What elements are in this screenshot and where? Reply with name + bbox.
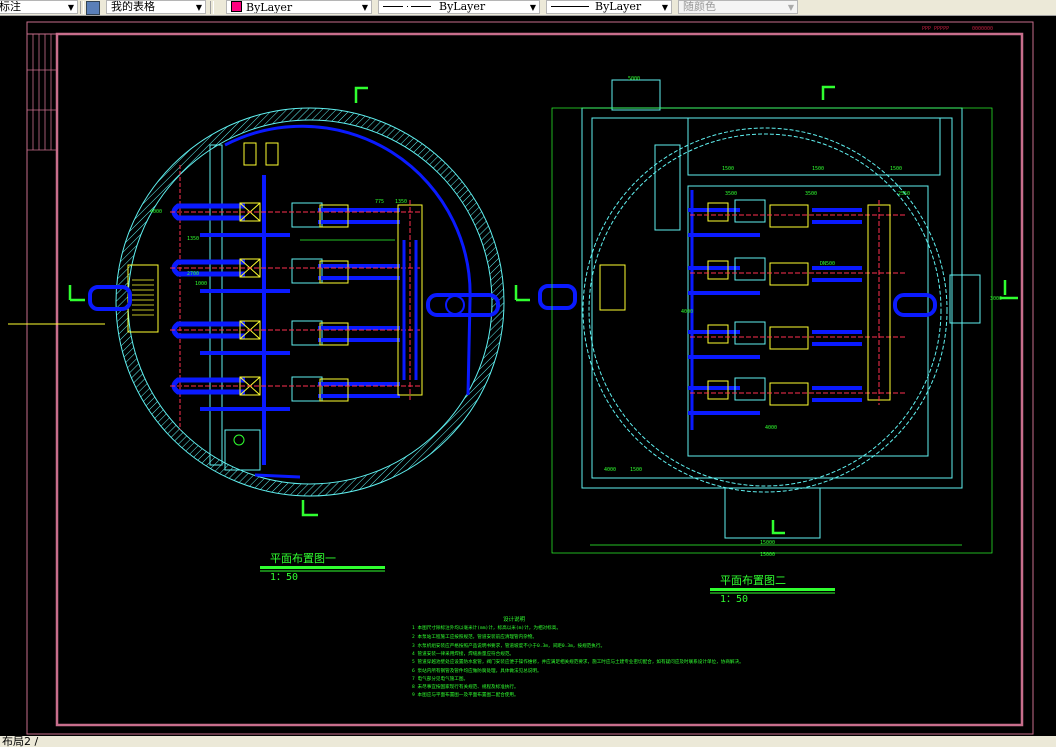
note-item: 7 电气部分见电气施工图。: [412, 675, 468, 682]
layout-tab[interactable]: 布局2 /: [2, 736, 38, 747]
note-item: 8 未尽事宜按国家现行有关规范、规程及标准执行。: [412, 683, 519, 690]
dimension-label: 1350: [187, 236, 199, 242]
chevron-down-icon: ▼: [195, 3, 202, 12]
dimension-label: 1500: [812, 166, 824, 172]
drawing-canvas[interactable]: PPP PPPPP 0000000 4000 775 1350 2700 135…: [0, 16, 1056, 736]
note-item: 3 水泵机组安装应严格按照产品说明书要求，管道坡度不小于0.3m，间距0.3m，…: [412, 642, 605, 649]
table-style-combo[interactable]: 我的表格 ▼: [106, 0, 206, 14]
plan-two-title: 平面布置图二: [720, 574, 786, 587]
table-style-icon[interactable]: [86, 1, 100, 15]
dimension-label: 4000: [681, 309, 693, 315]
note-item: 4 管道安装一律采用焊接，焊缝质量应符合规范。: [412, 650, 514, 657]
dimension-label: 2700: [187, 271, 199, 277]
dimension-label: 15000: [760, 540, 775, 546]
linetype-combo[interactable]: ByLayer ▼: [378, 0, 540, 14]
chevron-down-icon: ▼: [361, 3, 368, 12]
plan-two-title-block: 平面布置图二 1：50: [710, 574, 835, 605]
linetype-value: ByLayer: [439, 0, 486, 13]
chevron-down-icon: ▼: [529, 3, 536, 12]
dimension-label: 3500: [805, 191, 817, 197]
dimension-label: 1350: [395, 199, 407, 205]
lineweight-preview: [551, 6, 589, 7]
plot-style-combo: 随颜色 ▼: [678, 0, 798, 14]
dimension-label: 1000: [195, 281, 207, 287]
toolbar-separator: [80, 1, 84, 14]
note-item: 2 本泵站工程施工应按照规范，管道安装前应清理管内杂物。: [412, 633, 537, 640]
dimension-label: 1500: [722, 166, 734, 172]
dimension-label: 3500: [725, 191, 737, 197]
layout-tabs-bar: 布局2 /: [0, 736, 1056, 747]
title-block-label: 0000000: [972, 26, 993, 32]
plan-two-drawing: 5000 1500 1500 1500 3500 3500 2550 DN500…: [538, 76, 1018, 558]
linetype-preview: [383, 6, 433, 7]
lineweight-value: ByLayer: [595, 0, 642, 13]
dimension-label: DN500: [820, 261, 835, 267]
dimension-label: 1500: [890, 166, 902, 172]
note-item: 9 本图应与平面布置图一及平面布置图二配合使用。: [412, 691, 519, 698]
title-block-label: PPP PPPPP: [922, 26, 949, 32]
chevron-down-icon: ▼: [787, 3, 794, 12]
chevron-down-icon: ▼: [661, 3, 668, 12]
plot-style-value: 随颜色: [683, 0, 716, 13]
dimension-label: 2550: [898, 191, 910, 197]
plan-one-title-block: 平面布置图一 1：50: [260, 552, 385, 583]
dimension-label: 3000: [990, 296, 1002, 302]
note-item: 6 泵站内所有钢管及管件均应做防腐处理，具体做法见总说明。: [412, 667, 542, 674]
dimension-label: 4000: [604, 467, 616, 473]
lineweight-combo[interactable]: ByLayer ▼: [546, 0, 672, 14]
note-item: 1 本图尺寸除标注外均以毫米计(mm)计，标高以米(m)计，为相对标高。: [412, 624, 561, 631]
dimension-label: 775: [375, 199, 384, 205]
plan-one-drawing: 4000 775 1350 2700 1350 1000: [8, 86, 530, 517]
plan-one-scale: 1：50: [270, 572, 298, 583]
notes-title: 设计说明: [503, 615, 526, 623]
note-item: 5 管道穿越池壁处应设置防水套管，阀门安装应便于操作维修，并应满足相关规范要求，…: [412, 658, 744, 665]
dimension-label: 4000: [150, 209, 162, 215]
toolbar-separator: [210, 1, 214, 14]
dimension-style-value: 标注: [0, 0, 21, 13]
table-style-value: 我的表格: [111, 0, 155, 13]
plan-one-title: 平面布置图一: [270, 552, 336, 565]
color-value: ByLayer: [246, 1, 293, 14]
dimension-label: 4000: [765, 425, 777, 431]
color-swatch: [231, 1, 242, 12]
chevron-down-icon: ▼: [67, 3, 74, 12]
design-notes: 设计说明 1 本图尺寸除标注外均以毫米计(mm)计，标高以米(m)计，为相对标高…: [412, 615, 744, 698]
dimension-label: 5000: [628, 76, 640, 82]
color-combo[interactable]: ByLayer ▼: [226, 0, 372, 14]
dimension-label: 1500: [630, 467, 642, 473]
dimension-label: 15000: [760, 552, 775, 558]
dimension-style-combo[interactable]: 标注 ▼: [0, 0, 78, 14]
properties-toolbar: 标注 ▼ 我的表格 ▼ ByLayer ▼ ByLayer ▼ ByLayer ▼ 随颜色…: [0, 0, 1056, 16]
plan-two-scale: 1：50: [720, 594, 748, 605]
